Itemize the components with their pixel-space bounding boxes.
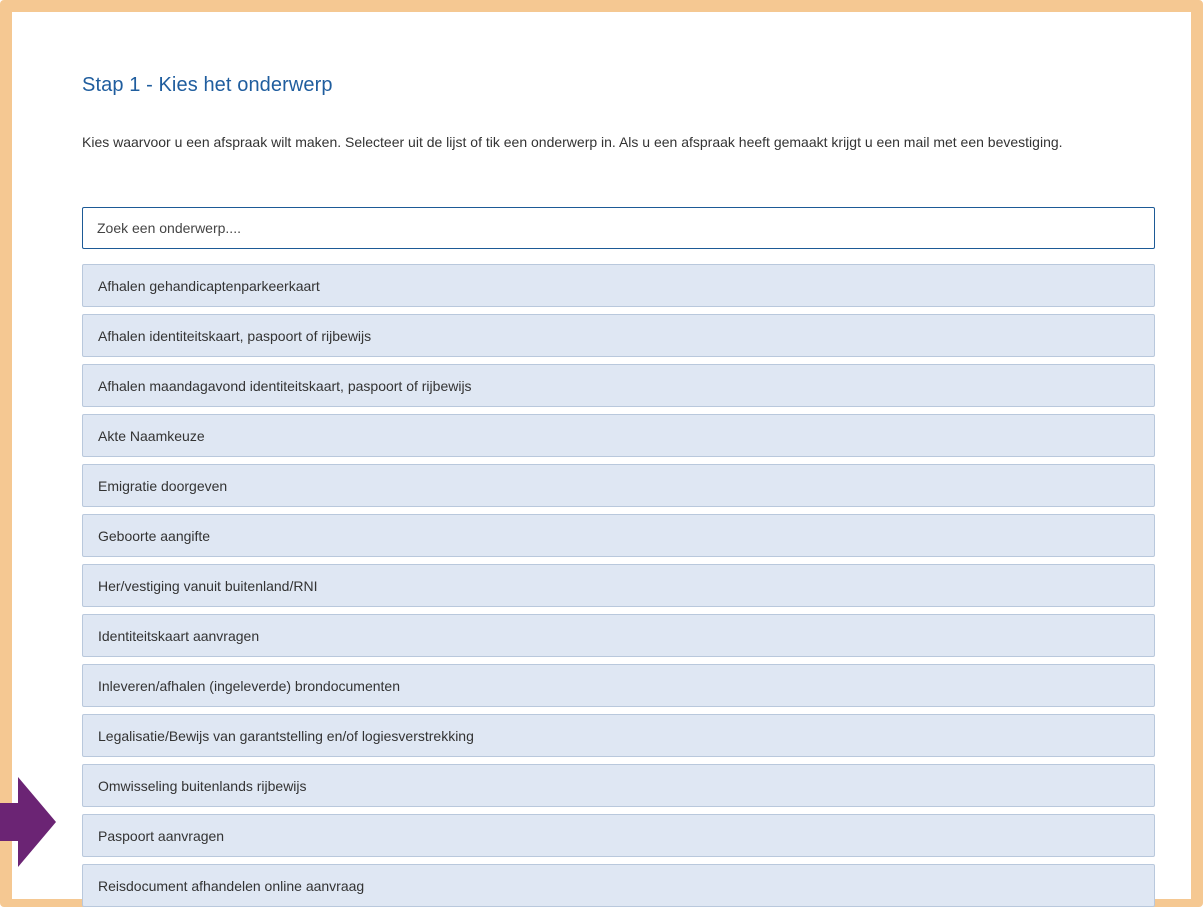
subject-list-item[interactable]: Identiteitskaart aanvragen [82,614,1155,657]
subject-list-item[interactable]: Afhalen gehandicaptenparkeerkaart [82,264,1155,307]
subject-list-item[interactable]: Omwisseling buitenlands rijbewijs [82,764,1155,807]
subject-list-item[interactable]: Paspoort aanvragen [82,814,1155,857]
subject-list-item[interactable]: Afhalen identiteitskaart, paspoort of ri… [82,314,1155,357]
search-input[interactable] [82,207,1155,249]
subject-list: Afhalen gehandicaptenparkeerkaart Afhalen… [82,264,1155,907]
subject-list-item[interactable]: Her/vestiging vanuit buitenland/RNI [82,564,1155,607]
arrow-right-icon [0,777,56,867]
subject-list-item[interactable]: Akte Naamkeuze [82,414,1155,457]
subject-list-item[interactable]: Geboorte aangifte [82,514,1155,557]
subject-list-item[interactable]: Emigratie doorgeven [82,464,1155,507]
page-frame: Stap 1 - Kies het onderwerp Kies waarvoo… [0,0,1203,907]
page-title: Stap 1 - Kies het onderwerp [82,74,333,96]
subject-list-item[interactable]: Reisdocument afhandelen online aanvraag [82,864,1155,907]
subject-list-item[interactable]: Inleveren/afhalen (ingeleverde) brondocu… [82,664,1155,707]
subject-list-item[interactable]: Afhalen maandagavond identiteitskaart, p… [82,364,1155,407]
intro-text: Kies waarvoor u een afspraak wilt maken.… [82,134,1063,150]
subject-list-item[interactable]: Legalisatie/Bewijs van garantstelling en… [82,714,1155,757]
